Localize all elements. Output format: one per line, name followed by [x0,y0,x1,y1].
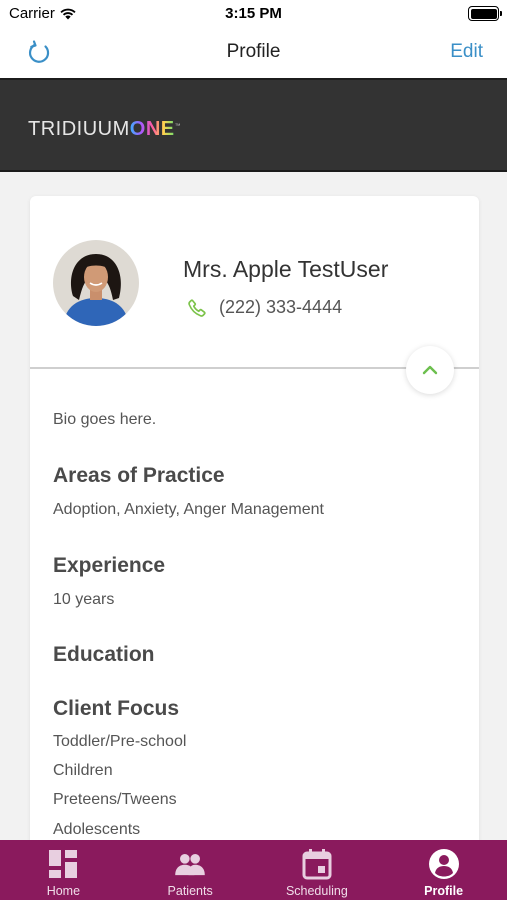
avatar [53,240,139,326]
areas-of-practice-heading: Areas of Practice [53,464,225,487]
profile-name: Mrs. Apple TestUser [183,256,389,282]
status-time: 3:15 PM [225,5,282,22]
people-icon [173,847,207,881]
client-focus-item: Toddler/Pre-school [53,733,187,750]
phone-icon [188,298,206,317]
logo-text: TRIDIUUM [28,118,130,140]
client-focus-item: Adolescents [53,821,141,838]
tab-scheduling[interactable]: Scheduling [254,840,381,900]
client-focus-heading: Client Focus [53,697,180,720]
user-circle-icon [427,847,461,881]
battery-icon [468,6,502,21]
areas-of-practice-text: Adoption, Anxiety, Anger Management [53,501,324,518]
tab-profile[interactable]: Profile [380,840,507,900]
profile-card: Mrs. Apple TestUser (222) 333-4444 Bio g… [30,196,479,856]
status-bar: Carrier 3:15 PM [0,0,507,30]
navigation-bar: Profile Edit [0,30,507,78]
tab-bar: Home Patients Scheduling Profile [0,840,507,900]
bio-text: Bio goes here. [53,411,157,428]
calendar-icon [300,847,334,881]
brand-banner: TRIDIUUMONE™ [0,78,507,172]
client-focus-item: Children [53,762,113,779]
phone-number[interactable]: (222) 333-4444 [219,297,342,318]
tab-patients[interactable]: Patients [127,840,254,900]
tab-patients-label: Patients [167,884,213,898]
tab-home[interactable]: Home [0,840,127,900]
client-focus-item: Preteens/Tweens [53,791,177,808]
tridiuum-logo: TRIDIUUMONE™ [28,118,181,141]
collapse-button[interactable] [406,346,454,394]
dashboard-icon [46,847,80,881]
education-heading: Education [53,643,155,666]
logo-one-text: ONE [129,118,175,140]
page-title: Profile [226,41,281,62]
logo-trademark: ™ [174,123,182,130]
phone-row[interactable]: (222) 333-4444 [187,297,342,318]
tab-scheduling-label: Scheduling [285,884,348,898]
edit-button[interactable]: Edit [450,41,483,63]
tab-profile-label: Profile [424,884,464,898]
experience-text: 10 years [53,591,115,608]
tab-home-label: Home [46,884,81,898]
experience-heading: Experience [53,554,166,577]
chevron-up-icon [422,365,438,375]
